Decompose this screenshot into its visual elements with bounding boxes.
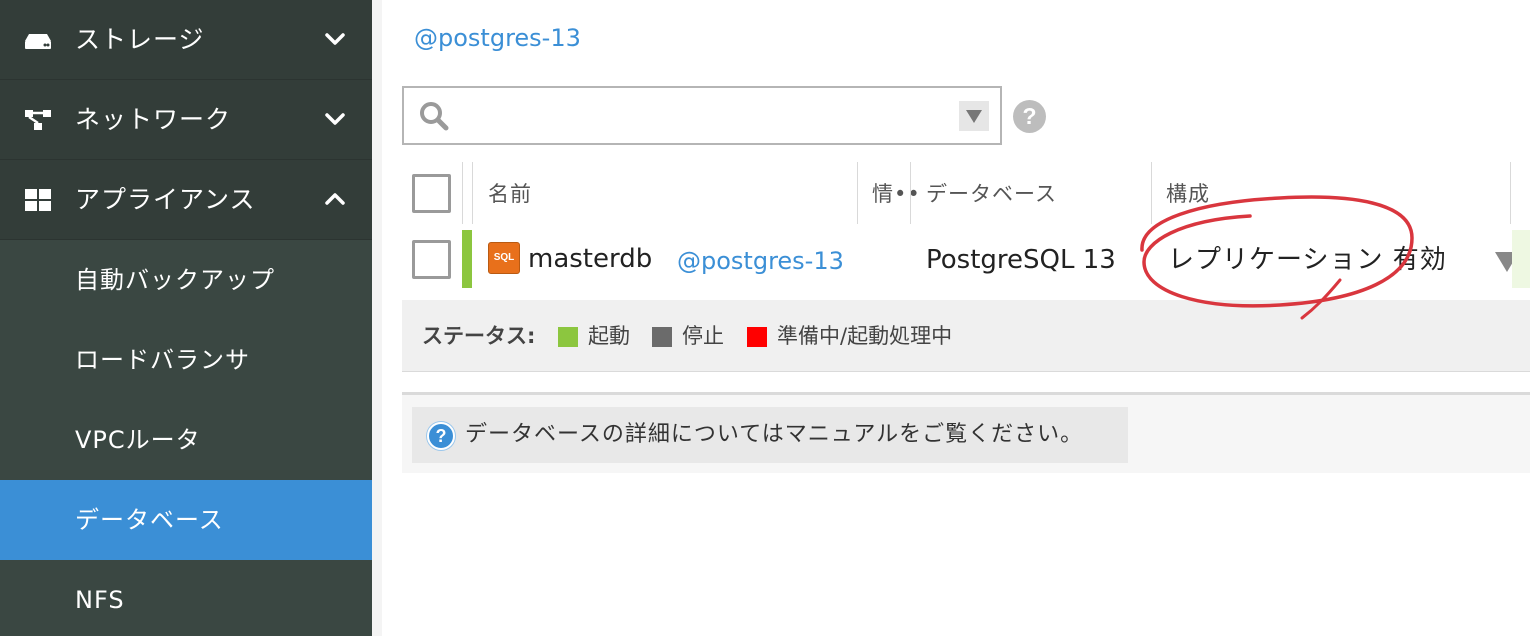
sidebar-item-label: データベース [75, 506, 224, 534]
column-header-database[interactable]: データベース [926, 180, 1057, 208]
sidebar-item-nfs[interactable]: NFS [0, 560, 372, 636]
sidebar-item-auto-backup[interactable]: 自動バックアップ [0, 240, 372, 320]
search-icon [418, 100, 450, 132]
sidebar-category-appliance[interactable]: アプライアンス [0, 160, 372, 240]
row-config: レプリケーション 有効 [1168, 245, 1447, 275]
triangle-down-icon [966, 110, 982, 123]
status-indicator-running [462, 230, 472, 288]
legend-label: 停止 [682, 324, 724, 348]
legend-label: 準備中/起動処理中 [777, 324, 953, 348]
row-name[interactable]: masterdb [528, 242, 652, 276]
legend-swatch-preparing [747, 327, 767, 347]
sidebar-item-label: ロードバランサ [75, 346, 250, 374]
table-row[interactable]: SQL masterdb @postgres-13 PostgreSQL 13 … [402, 230, 1530, 298]
column-divider [1151, 162, 1152, 224]
row-status-edge [1512, 230, 1530, 288]
status-legend: ステータス: 起動 停止 準備中/起動処理中 [402, 300, 1530, 372]
sidebar-category-storage[interactable]: ストレージ [0, 0, 372, 80]
column-divider [857, 162, 858, 224]
info-text: データベースの詳細についてはマニュアルをご覧ください。 [465, 422, 1084, 447]
appliance-grid-icon [24, 188, 52, 212]
help-icon[interactable]: ? [1013, 100, 1046, 133]
sidebar-divider [372, 0, 382, 636]
question-info-icon: ? [427, 422, 455, 450]
column-header-config[interactable]: 構成 [1166, 180, 1210, 208]
legend-swatch-stopped [652, 327, 672, 347]
sidebar-category-label: ネットワーク [75, 105, 232, 134]
chevron-down-icon[interactable] [324, 28, 346, 50]
sidebar-item-load-balancer[interactable]: ロードバランサ [0, 320, 372, 400]
column-divider [1510, 162, 1511, 224]
info-area: ? データベースの詳細についてはマニュアルをご覧ください。 [402, 395, 1530, 473]
legend-title: ステータス: [422, 324, 536, 348]
network-icon [24, 108, 52, 132]
sidebar: ストレージ ネットワーク アプライアンス 自動バックアップ ロードバランサ VP… [0, 0, 372, 636]
sidebar-category-label: アプライアンス [75, 185, 256, 214]
column-divider [910, 162, 911, 224]
search-box[interactable] [402, 86, 1002, 145]
table-header: 名前 情•• データベース 構成 [402, 162, 1530, 230]
column-header-name[interactable]: 名前 [488, 180, 532, 208]
row-tag-link[interactable]: @postgres-13 [677, 244, 844, 278]
sidebar-category-network[interactable]: ネットワーク [0, 80, 372, 160]
breadcrumb[interactable]: @postgres-13 [414, 22, 581, 54]
chevron-up-icon[interactable] [324, 188, 346, 210]
column-header-info[interactable]: 情•• [872, 180, 921, 208]
chevron-down-icon[interactable] [324, 108, 346, 130]
search-input[interactable] [460, 96, 940, 136]
sidebar-item-database[interactable]: データベース [0, 480, 372, 560]
legend-label: 起動 [588, 324, 630, 348]
row-database: PostgreSQL 13 [926, 245, 1116, 275]
legend-swatch-running [558, 327, 578, 347]
sql-database-icon: SQL [488, 242, 520, 274]
column-divider [462, 162, 463, 224]
select-all-checkbox[interactable] [412, 174, 451, 213]
sidebar-item-label: 自動バックアップ [75, 266, 275, 294]
info-message: ? データベースの詳細についてはマニュアルをご覧ください。 [412, 407, 1128, 463]
sidebar-category-label: ストレージ [75, 25, 205, 54]
search-filter-dropdown-button[interactable] [959, 101, 989, 131]
sidebar-item-label: VPCルータ [75, 426, 201, 454]
storage-icon [24, 28, 52, 52]
sidebar-item-vpc-router[interactable]: VPCルータ [0, 400, 372, 480]
sidebar-item-label: NFS [75, 586, 125, 614]
row-checkbox[interactable] [412, 240, 451, 279]
column-divider [472, 162, 473, 224]
